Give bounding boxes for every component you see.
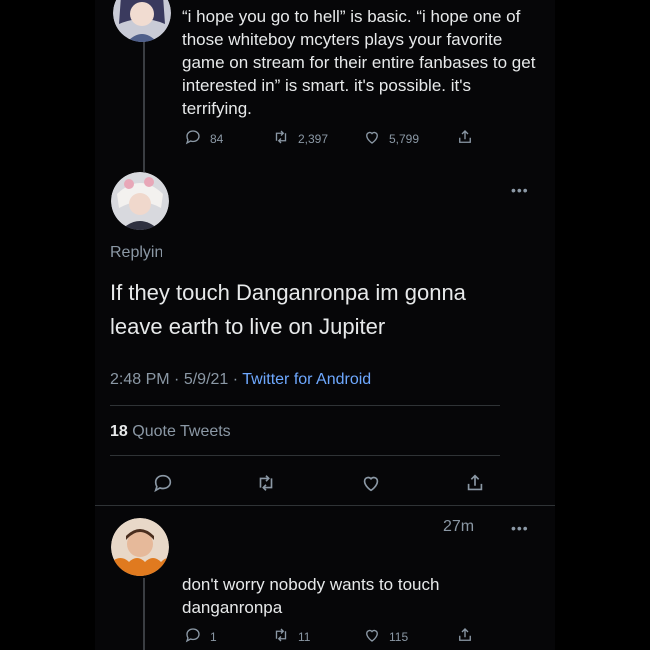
reply-age: 27m <box>443 518 475 535</box>
quote-count: 18 <box>110 423 128 440</box>
comment-icon <box>184 626 202 647</box>
share-icon <box>464 472 486 497</box>
comment-icon <box>152 472 174 497</box>
retweet-icon <box>272 128 290 149</box>
divider <box>110 405 500 406</box>
reply-more-button[interactable]: ••• <box>511 520 529 536</box>
tweet-time: 2:48 PM <box>110 371 170 388</box>
main-share-button[interactable] <box>464 472 486 497</box>
more-icon: ••• <box>511 182 529 198</box>
main-retweet-button[interactable] <box>255 472 277 497</box>
more-icon: ••• <box>511 520 529 536</box>
reply-tweet-text: don't worry nobody wants to touch dangan… <box>182 575 440 617</box>
reply-reply-count: 1 <box>210 629 217 644</box>
divider <box>110 455 500 456</box>
top-like-button[interactable]: 5,799 <box>363 128 419 149</box>
retweet-icon <box>272 626 290 647</box>
divider <box>95 505 555 506</box>
quote-tweets-link[interactable]: 18 Quote Tweets <box>110 423 231 441</box>
tweet-date: 5/9/21 <box>183 371 229 388</box>
main-like-button[interactable] <box>360 472 382 497</box>
reply-like-button[interactable]: 115 <box>363 626 408 647</box>
reply-like-count: 115 <box>389 629 409 644</box>
reply-retweet-count: 11 <box>298 629 311 644</box>
top-reply-count: 84 <box>210 131 224 146</box>
thread-line <box>143 578 145 650</box>
replying-label: Replying <box>110 244 162 261</box>
top-retweet-button[interactable]: 2,397 <box>272 128 328 149</box>
reply-tweet-avatar[interactable] <box>111 518 169 576</box>
thread-line <box>143 40 145 172</box>
top-tweet-text: “i hope you go to hell” is basic. “i hop… <box>182 7 536 118</box>
main-more-button[interactable]: ••• <box>511 182 529 198</box>
main-tweet-avatar[interactable] <box>111 172 169 230</box>
tweet-source-link[interactable]: Twitter for Android <box>242 371 371 388</box>
heart-icon <box>360 472 382 497</box>
share-icon <box>456 128 474 149</box>
reply-share-button[interactable] <box>456 626 474 647</box>
top-reply-button[interactable]: 84 <box>184 128 223 149</box>
tweet-meta: 2:48 PM · 5/9/21 · Twitter for Android <box>110 371 372 388</box>
top-retweet-count: 2,397 <box>298 131 329 146</box>
top-like-count: 5,799 <box>389 131 420 146</box>
reply-reply-button[interactable]: 1 <box>184 626 217 647</box>
top-share-button[interactable] <box>456 128 474 149</box>
main-tweet-text: If they touch Danganronpa im gonna leave… <box>110 280 466 339</box>
share-icon <box>456 626 474 647</box>
main-reply-button[interactable] <box>152 472 174 497</box>
heart-icon <box>363 128 381 149</box>
comment-icon <box>184 128 202 149</box>
reply-retweet-button[interactable]: 11 <box>272 626 310 647</box>
retweet-icon <box>255 472 277 497</box>
quote-label: Quote Tweets <box>132 423 231 440</box>
heart-icon <box>363 626 381 647</box>
